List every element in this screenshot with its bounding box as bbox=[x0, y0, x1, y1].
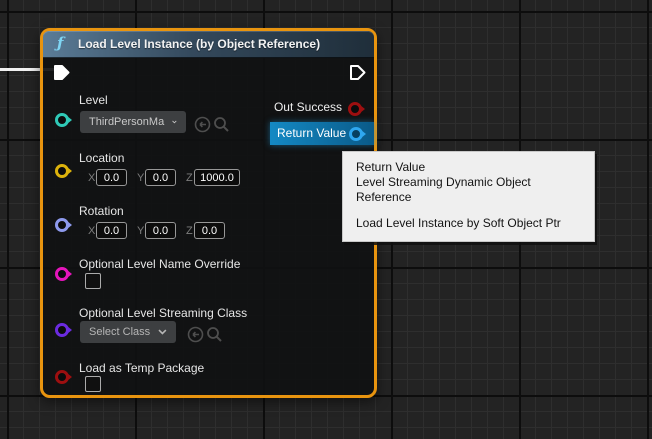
use-selected-asset-icon[interactable] bbox=[194, 116, 211, 133]
temp-package-checkbox[interactable] bbox=[85, 376, 101, 392]
location-z-field[interactable]: 1000.0 bbox=[194, 169, 240, 186]
pin-label-name-override: Optional Level Name Override bbox=[79, 257, 240, 271]
pin-tooltip: Return Value Level Streaming Dynamic Obj… bbox=[342, 151, 595, 242]
location-y-field[interactable]: 0.0 bbox=[145, 169, 176, 186]
rotation-y-field[interactable]: 0.0 bbox=[145, 222, 176, 239]
blueprint-graph-canvas[interactable]: { "node": { "icon": "ƒ", "title": "Load … bbox=[0, 0, 652, 439]
streaming-class-value: Select Class bbox=[89, 326, 150, 338]
tooltip-node-description: Load Level Instance by Soft Object Ptr bbox=[356, 216, 582, 231]
pin-label-rotation: Rotation bbox=[79, 204, 124, 218]
location-input-pin[interactable] bbox=[55, 164, 69, 178]
pin-label-temp-package: Load as Temp Package bbox=[79, 361, 204, 375]
rotation-x-field[interactable]: 0.0 bbox=[96, 222, 127, 239]
node-title: Load Level Instance (by Object Reference… bbox=[78, 37, 320, 51]
tooltip-pin-name: Return Value bbox=[356, 160, 582, 175]
location-x-field[interactable]: 0.0 bbox=[96, 169, 127, 186]
rotation-z-field[interactable]: 0.0 bbox=[194, 222, 225, 239]
blueprint-node-load-level-instance[interactable]: ƒ Load Level Instance (by Object Referen… bbox=[40, 28, 377, 398]
use-selected-class-icon[interactable] bbox=[187, 326, 204, 343]
pin-label-return-value: Return Value bbox=[277, 126, 346, 140]
tooltip-pin-type: Level Streaming Dynamic Object Reference bbox=[356, 175, 582, 205]
rotation-x-label: X bbox=[88, 225, 95, 237]
exec-input-pin[interactable] bbox=[53, 64, 70, 81]
name-override-checkbox[interactable] bbox=[85, 273, 101, 289]
streaming-class-dropdown[interactable]: Select Class bbox=[80, 321, 176, 343]
temp-package-input-pin[interactable] bbox=[55, 370, 69, 384]
chevron-down-icon bbox=[172, 119, 177, 125]
exec-output-pin[interactable] bbox=[349, 64, 366, 81]
return-value-pin-row[interactable]: Return Value bbox=[270, 122, 374, 145]
return-value-output-pin[interactable] bbox=[349, 127, 363, 141]
location-z-label: Z bbox=[186, 172, 193, 184]
level-asset-value: ThirdPersonMa bbox=[89, 116, 164, 128]
node-header[interactable]: ƒ Load Level Instance (by Object Referen… bbox=[43, 31, 374, 58]
rotation-input-pin[interactable] bbox=[55, 218, 69, 232]
pin-label-location: Location bbox=[79, 151, 124, 165]
name-override-input-pin[interactable] bbox=[55, 267, 69, 281]
pin-label-out-success: Out Success bbox=[274, 100, 342, 114]
function-icon: ƒ bbox=[57, 34, 63, 52]
streaming-class-input-pin[interactable] bbox=[55, 323, 69, 337]
out-success-output-pin[interactable] bbox=[348, 102, 362, 116]
location-x-label: X bbox=[88, 172, 95, 184]
browse-asset-icon[interactable] bbox=[213, 116, 230, 133]
rotation-z-label: Z bbox=[186, 225, 193, 237]
rotation-y-label: Y bbox=[137, 225, 144, 237]
pin-label-level: Level bbox=[79, 93, 108, 107]
browse-class-icon[interactable] bbox=[206, 326, 223, 343]
location-y-label: Y bbox=[137, 172, 144, 184]
chevron-down-icon bbox=[158, 329, 167, 335]
level-input-pin[interactable] bbox=[55, 113, 69, 127]
pin-label-streaming-class: Optional Level Streaming Class bbox=[79, 306, 247, 320]
level-asset-dropdown[interactable]: ThirdPersonMa bbox=[80, 111, 186, 133]
